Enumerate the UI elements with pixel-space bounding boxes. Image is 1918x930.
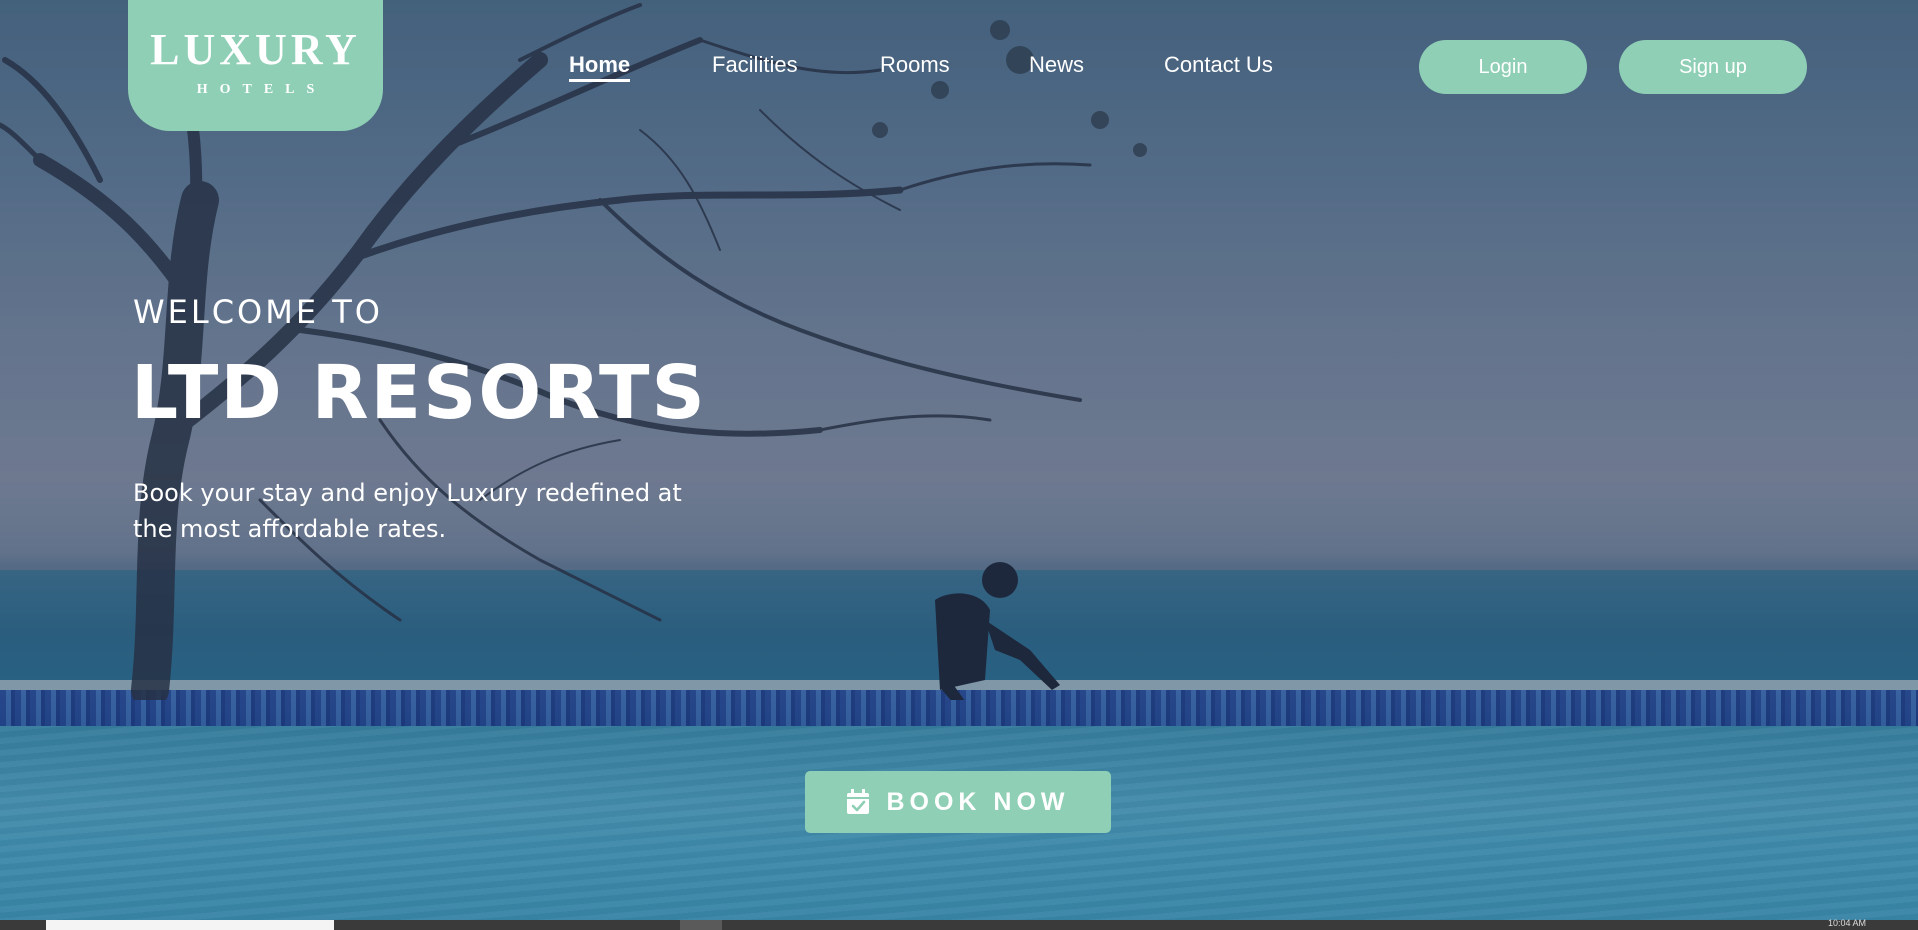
login-button[interactable]: Login [1419,40,1587,94]
brand-logo[interactable]: LUXURY HOTELS [128,0,383,131]
book-now-button[interactable]: BOOK NOW [805,771,1111,833]
nav-item-rooms[interactable]: Rooms [880,52,950,78]
nav-item-facilities[interactable]: Facilities [712,52,798,78]
taskbar-clock: 10:04 AM [1827,918,1866,928]
book-now-label: BOOK NOW [886,787,1070,816]
nav-item-news[interactable]: News [1029,52,1084,78]
taskbar-thumbnail[interactable] [46,920,334,930]
calendar-check-icon [847,789,870,814]
signup-button[interactable]: Sign up [1619,40,1807,94]
hero-title: LTD RESORTS [131,350,707,436]
nav-item-home[interactable]: Home [569,52,631,82]
os-taskbar: 10:04 AM [0,918,1918,930]
taskbar-app-button[interactable] [680,920,722,930]
nav-item-contact-us[interactable]: Contact Us [1164,52,1273,78]
logo-sub-text: HOTELS [196,82,327,97]
hero-welcome-text: WELCOME TO [133,293,383,331]
logo-main-text: LUXURY [150,25,361,74]
hero-subtitle: Book your stay and enjoy Luxury redefine… [133,479,682,543]
